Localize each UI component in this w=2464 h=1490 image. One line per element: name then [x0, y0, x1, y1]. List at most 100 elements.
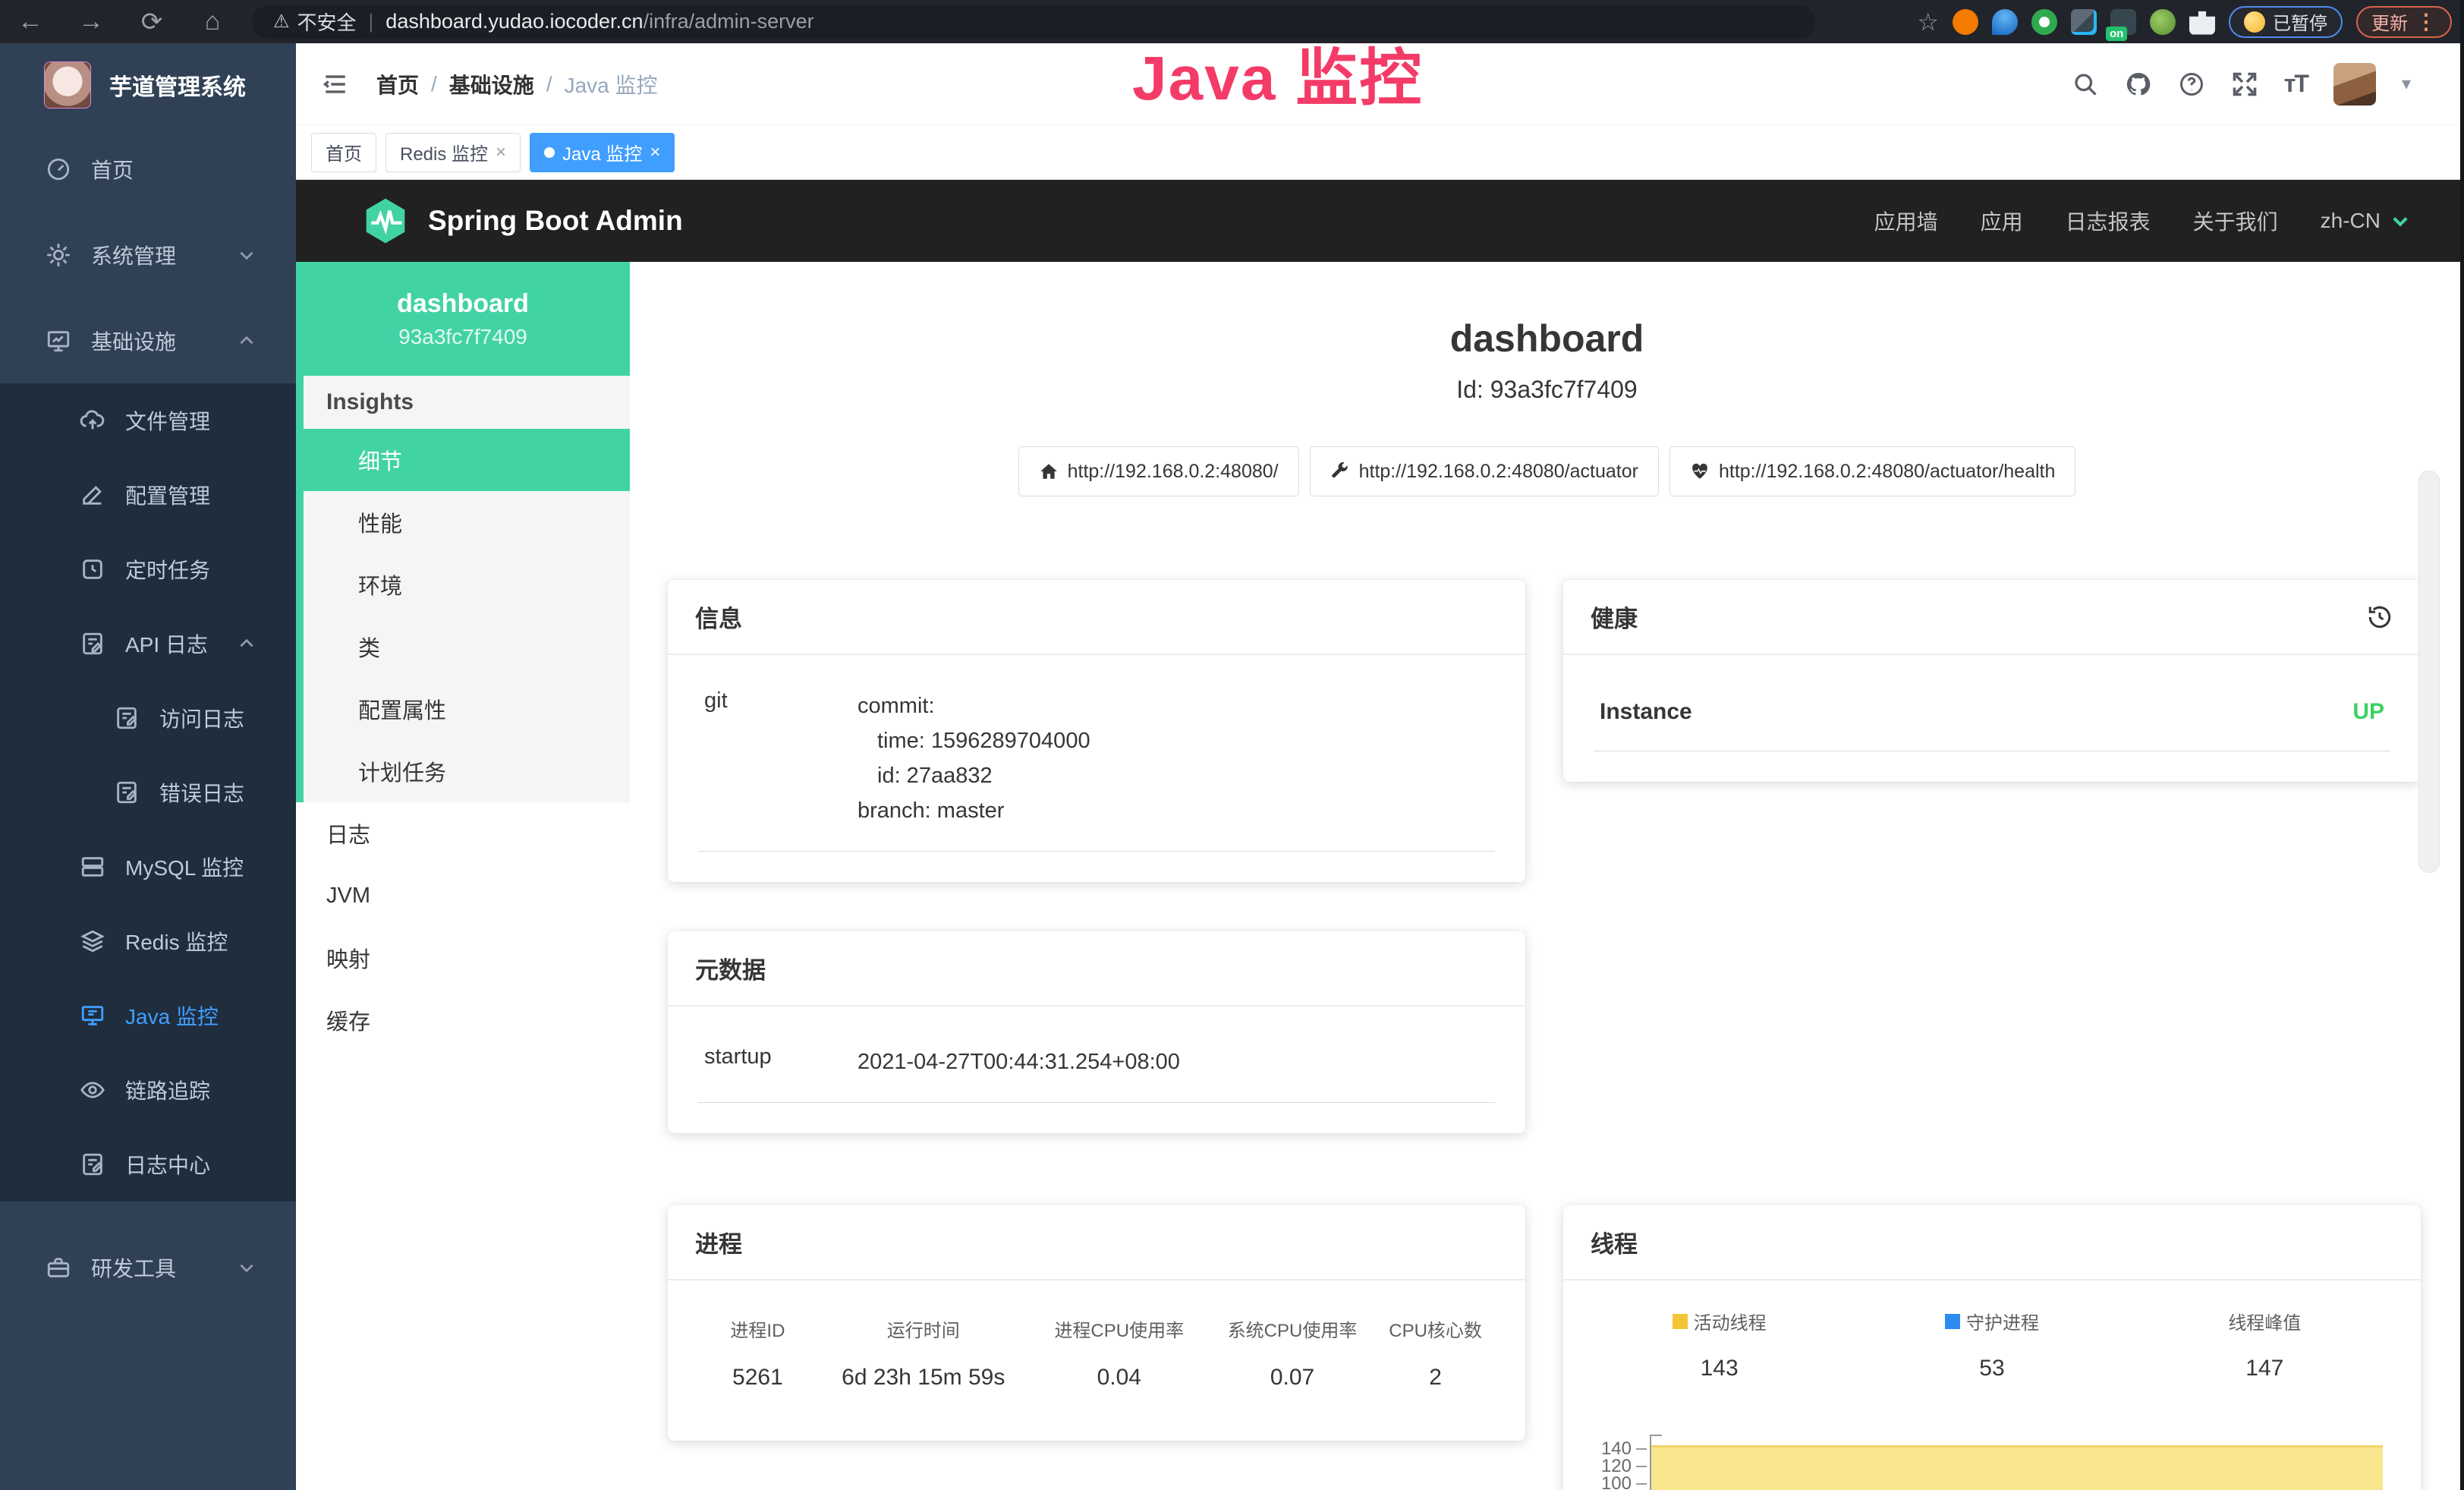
instance-header[interactable]: dashboard 93a3fc7f7409 [296, 262, 630, 376]
sidebar-item-scheduled-job[interactable]: 定时任务 [0, 532, 296, 606]
info-card: 信息 git commit: time: 1596289704000 id: 2… [668, 580, 1525, 882]
bookmark-star-icon[interactable]: ☆ [1917, 8, 1939, 36]
user-avatar[interactable] [2333, 63, 2376, 106]
security-label[interactable]: 不安全 [297, 8, 357, 36]
breadcrumb-separator: / [431, 72, 437, 96]
sidebar-item-log-center[interactable]: 日志中心 [0, 1127, 296, 1202]
edit-icon [80, 482, 105, 508]
sba-nav-journal[interactable]: 日志报表 [2066, 206, 2151, 236]
sidebar-item-system[interactable]: 系统管理 [0, 212, 296, 298]
sidebar-item-config-manage[interactable]: 配置管理 [0, 458, 296, 532]
sidebar-item-label: 链路追踪 [125, 1075, 210, 1105]
sidebar-item-infrastructure[interactable]: 基础设施 [0, 298, 296, 383]
breadcrumb-home[interactable]: 首页 [376, 69, 419, 99]
sba-menu-caches[interactable]: 缓存 [296, 989, 630, 1051]
browser-back-icon[interactable]: ← [0, 7, 61, 36]
tab-java-monitor[interactable]: Java 监控 × [530, 133, 675, 172]
sidebar-item-access-log[interactable]: 访问日志 [0, 681, 296, 755]
extension-icon-2[interactable] [1992, 9, 2018, 35]
tags-view-bar: 首页 Redis 监控 × Java 监控 × [296, 125, 2464, 180]
content-scrollbar[interactable] [2418, 471, 2440, 873]
legend-swatch-blue [1945, 1314, 1960, 1329]
actuator-url-button[interactable]: http://192.168.0.2:48080/actuator [1310, 446, 1659, 496]
sba-nav-applications[interactable]: 应用 [1981, 206, 2023, 236]
active-tab-dot [544, 147, 555, 158]
hamburger-icon[interactable] [320, 71, 351, 97]
sba-brand[interactable]: Spring Boot Admin [361, 197, 683, 245]
sidebar-item-tracer[interactable]: 链路追踪 [0, 1053, 296, 1127]
close-icon[interactable]: × [650, 143, 660, 162]
chevron-down-icon [237, 1258, 256, 1277]
sba-menu-jvm[interactable]: JVM [296, 865, 630, 927]
history-icon[interactable] [2366, 603, 2393, 631]
sba-menu-mappings[interactable]: 映射 [296, 927, 630, 989]
extension-icon-1[interactable] [1953, 9, 1978, 35]
tab-label: Redis 监控 [400, 139, 488, 165]
help-icon[interactable] [2178, 71, 2205, 98]
close-icon[interactable]: × [496, 143, 506, 162]
browser-home-icon[interactable]: ⌂ [182, 7, 243, 36]
extension-icon-6[interactable] [2150, 9, 2176, 35]
extension-icon-3[interactable] [2031, 9, 2057, 35]
paused-badge[interactable]: 已暂停 [2229, 6, 2343, 38]
puzzle-extension-icon[interactable] [2189, 9, 2215, 35]
sidebar-item-label: 定时任务 [125, 554, 210, 584]
api-log-icon [80, 631, 105, 657]
instance-label: Instance [1600, 699, 1692, 725]
extension-icon-4[interactable] [2071, 9, 2097, 35]
sba-nav-about[interactable]: 关于我们 [2193, 206, 2278, 236]
service-url-button[interactable]: http://192.168.0.2:48080/ [1018, 446, 1299, 496]
sba-nav-wallboard[interactable]: 应用墙 [1874, 206, 1938, 236]
sidebar-item-home[interactable]: 首页 [0, 126, 296, 212]
layers-icon [80, 928, 105, 954]
app-logo[interactable]: 芋道管理系统 [0, 43, 296, 126]
process-card: 进程 进程ID 5261 运行时间 6d 23h 15m 59s 进程CPU使用… [668, 1205, 1525, 1441]
process-col-cpu-cores: CPU核心数 2 [1379, 1315, 1492, 1391]
user-menu-caret-icon[interactable]: ▾ [2402, 73, 2411, 95]
access-log-icon [114, 705, 140, 731]
service-url: http://192.168.0.2:48080/ [1068, 461, 1279, 483]
instance-health-row: Instance UP [1594, 688, 2390, 751]
sba-menu-metrics[interactable]: 性能 [304, 491, 630, 553]
search-icon[interactable] [2072, 71, 2099, 98]
insights-section: Insights 细节 性能 环境 类 配置属性 计划任务 [296, 376, 630, 802]
browser-reload-icon[interactable]: ⟳ [121, 7, 182, 37]
browser-forward-icon[interactable]: → [61, 7, 121, 36]
sba-locale-select[interactable]: zh-CN [2321, 209, 2411, 233]
infrastructure-submenu: 文件管理 配置管理 定时任务 API 日志 访问日志 错误日志 MySQL 监控 [0, 383, 296, 1202]
sba-menu-logs[interactable]: 日志 [296, 802, 630, 865]
sba-menu-configprops[interactable]: 配置属性 [304, 678, 630, 740]
sidebar-item-error-log[interactable]: 错误日志 [0, 755, 296, 830]
sidebar-item-devtools[interactable]: 研发工具 [0, 1224, 296, 1310]
github-icon[interactable] [2125, 71, 2152, 98]
update-button[interactable]: 更新 ⋮ [2356, 6, 2452, 38]
font-size-icon[interactable]: тТ [2284, 70, 2308, 98]
sidebar-item-label: Redis 监控 [125, 926, 228, 956]
tab-home[interactable]: 首页 [311, 133, 376, 172]
sba-menu-scheduled-tasks[interactable]: 计划任务 [304, 740, 630, 802]
health-url-button[interactable]: http://192.168.0.2:48080/actuator/health [1669, 446, 2075, 496]
app-title: 芋道管理系统 [109, 68, 246, 102]
legend-peak-threads: 线程峰值 147 [2129, 1308, 2401, 1381]
sidebar-item-api-log[interactable]: API 日志 [0, 606, 296, 681]
sba-menu-details[interactable]: 细节 [304, 429, 630, 491]
sidebar-item-java-monitor[interactable]: Java 监控 [0, 978, 296, 1053]
sidebar-item-label: MySQL 监控 [125, 852, 244, 882]
sidebar-item-mysql-monitor[interactable]: MySQL 监控 [0, 830, 296, 904]
sba-menu-classes[interactable]: 类 [304, 616, 630, 678]
gear-icon [46, 242, 71, 268]
browser-menu-icon[interactable]: ⋮ [2415, 9, 2437, 34]
sidebar-item-redis-monitor[interactable]: Redis 监控 [0, 904, 296, 978]
insights-section-label: Insights [304, 376, 630, 429]
health-url: http://192.168.0.2:48080/actuator/health [1719, 461, 2055, 483]
address-bar[interactable]: ⚠ 不安全 | dashboard.yudao.iocoder.cn /infr… [252, 5, 1815, 39]
breadcrumb-infrastructure[interactable]: 基础设施 [449, 69, 534, 99]
database-icon [80, 854, 105, 880]
fullscreen-icon[interactable] [2231, 71, 2258, 98]
page-title: dashboard [630, 317, 2464, 361]
tab-redis-monitor[interactable]: Redis 监控 × [385, 133, 521, 172]
sba-menu-environment[interactable]: 环境 [304, 553, 630, 616]
sidebar-item-label: 配置管理 [125, 480, 210, 510]
sidebar-item-file-manage[interactable]: 文件管理 [0, 383, 296, 458]
extension-icon-5[interactable]: on [2110, 9, 2136, 35]
